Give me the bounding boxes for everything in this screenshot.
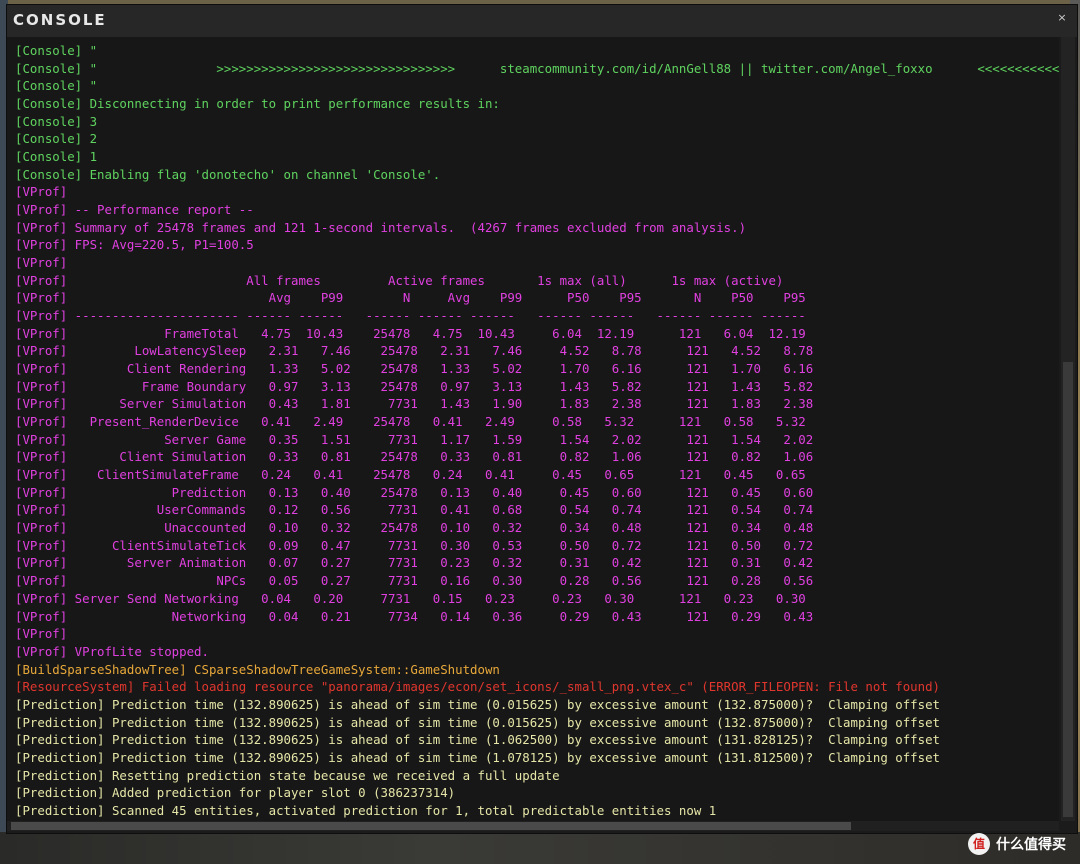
console-line: [Console] 1 — [15, 149, 98, 165]
console-line: [VProf] Summary of 25478 frames and 121 … — [15, 219, 747, 235]
console-line: [VProf] Server Send Networking 0.04 0.20… — [15, 590, 806, 606]
background-bottom-strip — [0, 832, 1080, 864]
console-line: [ResourceSystem] Failed loading resource… — [15, 679, 941, 695]
vertical-scrollbar-thumb[interactable] — [1063, 362, 1073, 817]
watermark: 值 什么值得买 — [968, 830, 1066, 858]
console-line: [VProf] ClientSimulateFrame 0.24 0.41 25… — [15, 467, 806, 483]
horizontal-scrollbar-thumb[interactable] — [11, 822, 851, 830]
console-line: [VProf] FPS: Avg=220.5, P1=100.5 — [15, 237, 254, 253]
console-line: [VProf] All frames Active frames 1s max … — [15, 272, 784, 288]
console-line: [VProf] — [15, 255, 68, 271]
console-line: [VProf] LowLatencySleep 2.31 7.46 25478 … — [15, 343, 814, 359]
console-line: [Prediction] Prediction time (132.890625… — [15, 714, 941, 730]
console-line: [VProf] — [15, 626, 68, 642]
console-line: [Console] " — [15, 43, 98, 58]
console-line: [Console] Disconnecting in order to prin… — [15, 96, 500, 112]
console-line: [VProf] NPCs 0.05 0.27 7731 0.16 0.30 0.… — [15, 573, 814, 589]
console-lines: [Console] " [Console] " >>>>>>>>>>>>>>>>>… — [15, 42, 1059, 820]
console-line: [VProf] Server Simulation 0.43 1.81 7731… — [15, 396, 814, 412]
watermark-logo-icon: 值 — [968, 833, 990, 855]
console-line: [VProf] Prediction 0.13 0.40 25478 0.13 … — [15, 484, 814, 500]
console-line: [VProf] ---------------------- ------ --… — [15, 308, 806, 324]
horizontal-scrollbar[interactable] — [7, 821, 1059, 831]
console-line: [Console] " — [15, 78, 98, 94]
console-line: [VProf] ClientSimulateTick 0.09 0.47 773… — [15, 537, 814, 553]
watermark-text: 什么值得买 — [996, 837, 1066, 853]
console-line: [Prediction] Prediction time (132.890625… — [15, 732, 941, 748]
window-title: CONSOLE — [13, 11, 107, 29]
console-line: [VProf] -- Performance report -- — [15, 202, 254, 218]
console-line: [Prediction] Added prediction for player… — [15, 785, 456, 801]
console-line: [VProf] Unaccounted 0.10 0.32 25478 0.10… — [15, 520, 814, 536]
console-line: [VProf] VProfLite stopped. — [15, 643, 209, 659]
console-line: [Console] Enabling flag 'donotecho' on c… — [15, 166, 441, 182]
console-line: [Prediction] Resetting prediction state … — [15, 767, 560, 783]
console-line: [VProf] Client Simulation 0.33 0.81 2547… — [15, 449, 814, 465]
console-line: [Console] 3 — [15, 113, 98, 129]
console-line: [VProf] Server Animation 0.07 0.27 7731 … — [15, 555, 814, 571]
console-line: [VProf] Present_RenderDevice 0.41 2.49 2… — [15, 414, 806, 430]
vertical-scrollbar[interactable] — [1061, 37, 1075, 821]
console-line: [Console] 2 — [15, 131, 98, 147]
close-icon[interactable]: × — [1055, 11, 1069, 25]
console-line: [VProf] — [15, 184, 68, 200]
console-line: [Prediction] Prediction time (132.890625… — [15, 696, 941, 712]
console-line: [VProf] UserCommands 0.12 0.56 7731 0.41… — [15, 502, 814, 518]
console-window: CONSOLE × [Console] " [Console] " >>>>>>>… — [6, 4, 1078, 834]
console-line: [VProf] FrameTotal 4.75 10.43 25478 4.75… — [15, 325, 806, 341]
console-line: [Prediction] Prediction time (132.890625… — [15, 749, 941, 765]
console-line: [VProf] Server Game 0.35 1.51 7731 1.17 … — [15, 431, 814, 447]
console-output[interactable]: [Console] " [Console] " >>>>>>>>>>>>>>>>>… — [7, 37, 1059, 821]
console-line: [VProf] Avg P99 N Avg P99 P50 P95 N P50 … — [15, 290, 806, 306]
console-line: [VProf] Networking 0.04 0.21 7734 0.14 0… — [15, 608, 814, 624]
console-line: [Console] " >>>>>>>>>>>>>>>>>>>>>>>>>>>>… — [15, 60, 1059, 76]
console-titlebar[interactable]: CONSOLE × — [7, 5, 1077, 37]
console-line: [Prediction] Scanned 45 entities, activa… — [15, 802, 717, 818]
console-line: [VProf] Client Rendering 1.33 5.02 25478… — [15, 361, 814, 377]
console-line: [VProf] Frame Boundary 0.97 3.13 25478 0… — [15, 378, 814, 394]
console-line: [BuildSparseShadowTree] CSparseShadowTre… — [15, 661, 500, 677]
